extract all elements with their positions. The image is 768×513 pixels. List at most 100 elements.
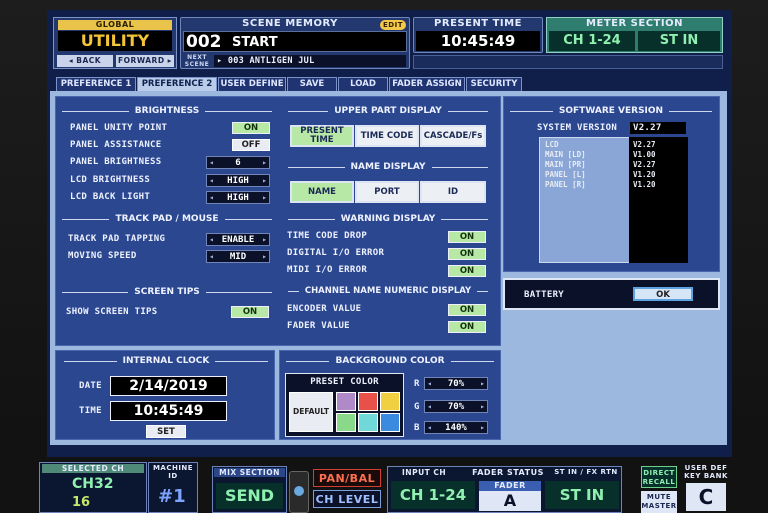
ch-numeric-title: CHANNEL NAME NUMERIC DISPLAY [288,286,488,296]
scene-memory-label: SCENE MEMORY [242,18,338,29]
name-option[interactable]: NAME [290,181,354,203]
swatch-green[interactable] [336,413,356,432]
user-def-bank[interactable]: C [686,483,726,511]
default-color-button[interactable]: DEFAULT [289,392,333,432]
trackpad-tapping-spinner[interactable]: ENABLE [206,233,270,246]
swatch-cyan[interactable] [358,413,378,432]
midi-io-error-label: MIDI I/O ERROR [287,265,368,275]
lcd-brightness-spinner[interactable]: HIGH [206,174,270,187]
swatch-purple[interactable] [336,392,356,411]
present-time-label: PRESENT TIME [434,18,522,29]
panel-assistance-label: PANEL ASSISTANCE [70,140,162,150]
red-label: R [414,379,420,389]
swatch-yellow[interactable] [380,392,400,411]
encoder-knob-icon[interactable] [289,471,309,513]
midi-io-error-toggle[interactable]: ON [448,265,486,277]
item-name: MAIN [PR] [545,160,586,169]
software-list-items: LCD V2.27 MAIN [LD] V1.00 MAIN [PR] V2.27 P… [545,140,685,190]
selected-ch-value: CH32 [72,476,114,492]
lcd-backlight-spinner[interactable]: HIGH [206,191,270,204]
tab-save[interactable]: SAVE [287,77,337,91]
tab-user-define[interactable]: USER DEFINE [218,77,286,91]
time-code-drop-toggle[interactable]: ON [448,231,486,243]
date-field[interactable]: 2/14/2019 [110,376,227,396]
brightness-title: BRIGHTNESS [62,106,272,116]
swatch-blue[interactable] [380,413,400,432]
meter-ch-button[interactable]: CH 1-24 [549,31,635,51]
panel-brightness-label: PANEL BRIGHTNESS [70,157,162,167]
cascade-fs-option[interactable]: CASCADE/Fs [420,125,486,147]
blue-label: B [414,423,420,433]
global-label: GLOBAL [58,20,172,30]
mix-section-label: MIX SECTION [214,468,285,477]
meter-section-label: METER SECTION [586,18,683,29]
panel-brightness-spinner[interactable]: 6 [206,156,270,169]
st-in-button[interactable]: ST IN [545,481,619,509]
direct-recall-button[interactable]: DIRECT RECALL [641,466,677,488]
moving-speed-label: MOVING SPEED [68,251,137,261]
list-item: PANEL [L] V1.20 [545,170,685,180]
item-version: V2.27 [633,160,656,169]
selected-ch-label: SELECTED CH [42,464,144,473]
tab-fader-assign[interactable]: FADER ASSIGN [389,77,465,91]
moving-speed-spinner[interactable]: MID [206,250,270,263]
scene-number: 002 [186,32,222,52]
st-fx-label: ST IN / FX RTN [554,468,618,476]
mute-master-button[interactable]: MUTE MASTER [641,491,677,513]
red-spinner[interactable]: 70% [424,377,488,390]
green-spinner[interactable]: 70% [424,400,488,413]
present-time-value: 10:45:49 [416,31,540,51]
fader-value-toggle[interactable]: ON [448,321,486,333]
panel-unity-toggle[interactable]: ON [232,122,270,134]
input-ch-button[interactable]: CH 1-24 [391,481,475,509]
time-label: TIME [79,406,102,416]
blue-spinner[interactable]: 140% [424,421,488,434]
next-scene-value[interactable]: ▸ 003 ANTLIGEN JUL [214,55,406,67]
name-display-title: NAME DISPLAY [288,162,488,172]
pan-bal-button[interactable]: PAN/BAL [313,469,381,487]
digital-io-error-toggle[interactable]: ON [448,248,486,260]
knob-dot-icon [294,486,304,496]
item-version: V1.00 [633,150,656,159]
item-version: V2.27 [633,140,656,149]
system-version-label: SYSTEM VERSION [537,123,618,133]
item-version: V1.20 [633,180,656,189]
meter-st-button[interactable]: ST IN [638,31,720,51]
tab-security[interactable]: SECURITY [466,77,522,91]
time-field[interactable]: 10:45:49 [110,401,227,421]
tab-preference-1[interactable]: PREFERENCE 1 [56,77,136,91]
item-name: MAIN [LD] [545,150,586,159]
date-label: DATE [79,381,102,391]
forward-button[interactable]: FORWARD ▸ [116,55,174,67]
list-item: MAIN [LD] V1.00 [545,150,685,160]
list-item: MAIN [PR] V2.27 [545,160,685,170]
encoder-value-toggle[interactable]: ON [448,304,486,316]
show-screentips-toggle[interactable]: ON [231,306,269,318]
swatch-red[interactable] [358,392,378,411]
lcd-brightness-label: LCD BRIGHTNESS [70,175,151,185]
ch-level-button[interactable]: CH LEVEL [313,490,381,508]
edit-badge[interactable]: EDIT [380,20,406,30]
tab-preference-2[interactable]: PREFERENCE 2 [137,77,217,91]
set-button[interactable]: SET [146,425,186,438]
present-time-option[interactable]: PRESENT TIME [290,125,354,147]
mix-send-button[interactable]: SEND [216,483,283,509]
show-screentips-label: SHOW SCREEN TIPS [66,307,158,317]
item-name: LCD [545,140,559,149]
fader-mode-value[interactable]: A [479,491,541,511]
back-button[interactable]: ◂ BACK [57,55,113,67]
background-color-title: BACKGROUND COLOR [286,356,494,366]
battery-status: OK [633,287,693,301]
battery-label: BATTERY [524,290,565,300]
next-scene-label: NEXT SCENE [184,54,210,68]
time-code-option[interactable]: TIME CODE [355,125,419,147]
input-ch-label: INPUT CH [402,468,447,477]
warning-display-title: WARNING DISPLAY [288,214,488,224]
utility-title: UTILITY [58,31,172,51]
id-option[interactable]: ID [420,181,486,203]
panel-assistance-toggle[interactable]: OFF [232,139,270,151]
tab-load[interactable]: LOAD [338,77,388,91]
port-option[interactable]: PORT [355,181,419,203]
lcd-backlight-label: LCD BACK LIGHT [70,192,151,202]
software-version-title: SOFTWARE VERSION [510,106,712,116]
